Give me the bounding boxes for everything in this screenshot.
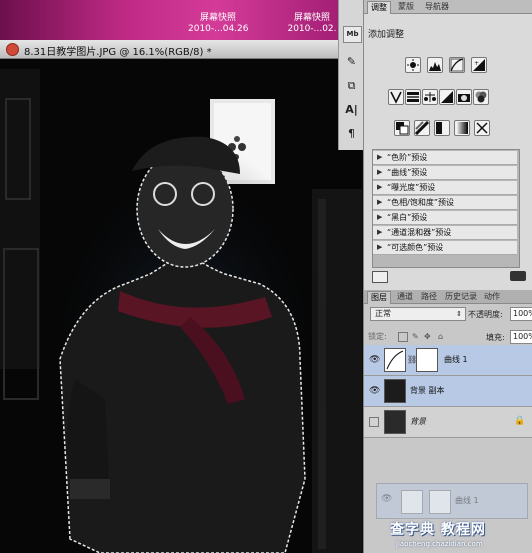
hue-saturation-icon[interactable] [405, 89, 421, 105]
vibrance-icon[interactable] [388, 89, 404, 105]
file-label: 屏幕快照 [199, 13, 236, 23]
selective-color-icon[interactable] [474, 120, 490, 136]
layer-name: 曲线 1 [455, 496, 479, 505]
blend-mode-select[interactable]: 正常 ⇕ [370, 307, 466, 321]
brush-preset-icon[interactable]: ✎ [343, 54, 360, 69]
adjustment-thumbnail-icon [401, 490, 423, 514]
invert-icon[interactable] [394, 120, 410, 136]
expand-arrow-icon[interactable]: ▶ [377, 241, 382, 254]
exposure-icon[interactable]: + [471, 57, 487, 73]
desktop-screenshot-file-2[interactable]: 屏幕快照 2010-...02. [284, 13, 340, 35]
tab-adjustments[interactable]: 调整 [367, 1, 391, 14]
layer-name: 曲线 1 [444, 355, 468, 364]
mini-bridge-icon[interactable]: Mb [343, 26, 362, 43]
layer-thumbnail [384, 379, 406, 403]
visibility-box[interactable] [369, 417, 379, 427]
preset-curves[interactable]: ▶ “曲线”预设 [373, 166, 517, 180]
tab-paths[interactable]: 路径 [418, 291, 440, 303]
tab-masks[interactable]: 蒙版 [395, 1, 417, 13]
visibility-eye-icon: 👁 [381, 494, 393, 504]
expand-arrow-icon[interactable]: ▶ [377, 166, 382, 179]
file-date: 2010-...02. [287, 24, 337, 34]
preset-selective-color[interactable]: ▶ “可选颜色”预设 [373, 241, 517, 255]
dropdown-arrow-icon: ⇕ [456, 310, 462, 318]
mask-thumbnail [429, 490, 451, 514]
tab-layers[interactable]: 图层 [367, 291, 391, 304]
levels-icon[interactable] [427, 57, 443, 73]
preset-exposure[interactable]: ▶ “曝光度”预设 [373, 181, 517, 195]
layers-tab-bar: 图层 通道 路径 历史记录 动作 [364, 290, 532, 304]
preset-hue-saturation[interactable]: ▶ “色相/饱和度”预设 [373, 196, 517, 210]
adjustment-thumbnail-icon [384, 348, 406, 372]
panel-title: 添加调整 [368, 30, 405, 40]
document-title: 8.31日教学图片.JPG @ 16.1%(RGB/8) * [24, 47, 212, 58]
close-icon[interactable] [6, 43, 19, 56]
posterize-icon[interactable] [414, 120, 430, 136]
paragraph-icon[interactable]: ¶ [343, 126, 360, 141]
preset-black-white[interactable]: ▶ “黑白”预设 [373, 211, 517, 225]
expand-arrow-icon[interactable]: ▶ [377, 196, 382, 209]
fill-label: 填充: [486, 333, 505, 342]
tab-channels[interactable]: 通道 [394, 291, 416, 303]
threshold-icon[interactable] [434, 120, 450, 136]
file-label: 屏幕快照 [293, 13, 330, 23]
svg-text:+: + [474, 60, 479, 67]
preset-levels[interactable]: ▶ “色阶”预设 [373, 151, 517, 165]
tab-navigator[interactable]: 导航器 [422, 1, 452, 13]
adjustments-tab-bar: 调整 蒙版 导航器 [364, 0, 532, 14]
adjustments-panel: 调整 蒙版 导航器 添加调整 + ▶ “色阶”预设 ▶ “曲线”预设 ▶ “曝光度”预… [363, 0, 532, 290]
image-canvas[interactable] [0, 59, 362, 553]
desktop-screenshot-file-1[interactable]: 屏幕快照 2010-...04.26 [188, 13, 249, 35]
brightness-contrast-icon[interactable] [405, 57, 421, 73]
layers-panel: 图层 通道 路径 历史记录 动作 正常 ⇕ 不透明度: 100% 锁定: ✎ ✥… [363, 290, 532, 553]
layer-row-curves[interactable]: 👁 ⛓ 曲线 1 [364, 345, 532, 376]
layer-name: 背景 副本 [410, 386, 445, 395]
tab-history[interactable]: 历史记录 [442, 291, 480, 303]
expand-arrow-icon[interactable]: ▶ [377, 226, 382, 239]
photo-image [0, 59, 362, 553]
layer-drag-ghost: 👁 曲线 1 [376, 483, 528, 519]
expand-arrow-icon[interactable]: ▶ [377, 211, 382, 224]
watermark-url: jiaocheng.chazidian.com [396, 540, 483, 548]
clone-source-icon[interactable]: ⧉ [343, 78, 360, 93]
document-title-bar[interactable]: 8.31日教学图片.JPG @ 16.1%(RGB/8) * [0, 40, 362, 59]
visibility-eye-icon[interactable]: 👁 [369, 355, 380, 365]
character-icon[interactable]: A| [343, 102, 360, 117]
expand-arrow-icon[interactable]: ▶ [377, 181, 382, 194]
desktop-background: 屏幕快照 2010-...04.26 屏幕快照 2010-...02. [0, 0, 360, 40]
opacity-field[interactable]: 100% [510, 307, 532, 321]
layer-row-background[interactable]: 背景 🔒 [364, 407, 532, 438]
preset-channel-mixer[interactable]: ▶ “通道混和器”预设 [373, 226, 517, 240]
watermark-text: 查字典 教程网 [390, 522, 486, 538]
layer-row-background-copy[interactable]: 👁 背景 副本 [364, 376, 532, 407]
opacity-label: 不透明度: [468, 310, 503, 319]
fill-field[interactable]: 100% [510, 330, 532, 344]
lock-label: 锁定: [368, 332, 387, 341]
visibility-eye-icon[interactable]: 👁 [369, 386, 380, 396]
watermark: 查字典 教程网 [390, 519, 530, 538]
black-white-icon[interactable] [439, 89, 455, 105]
return-to-list-icon[interactable] [372, 271, 388, 283]
color-balance-icon[interactable] [422, 89, 438, 105]
photo-filter-icon[interactable] [456, 89, 472, 105]
tab-actions[interactable]: 动作 [481, 291, 503, 303]
clip-to-layer-icon[interactable] [510, 271, 526, 281]
lock-image-icon[interactable]: ✎ [412, 332, 419, 341]
lock-all-icon[interactable]: ⌂ [438, 332, 443, 341]
lock-icon: 🔒 [514, 416, 526, 426]
expand-arrow-icon[interactable]: ▶ [377, 151, 382, 164]
layer-thumbnail [384, 410, 406, 434]
gradient-map-icon[interactable] [454, 120, 470, 136]
channel-mixer-icon[interactable] [473, 89, 489, 105]
layer-name: 背景 [410, 417, 426, 426]
mask-thumbnail[interactable] [416, 348, 438, 372]
curves-icon[interactable] [449, 57, 465, 73]
file-date: 2010-...04.26 [188, 24, 249, 34]
lock-position-icon[interactable]: ✥ [424, 332, 431, 341]
tool-icon-strip: Mb ✎ ⧉ A| ¶ [338, 0, 364, 150]
lock-transparent-icon[interactable] [398, 332, 408, 342]
